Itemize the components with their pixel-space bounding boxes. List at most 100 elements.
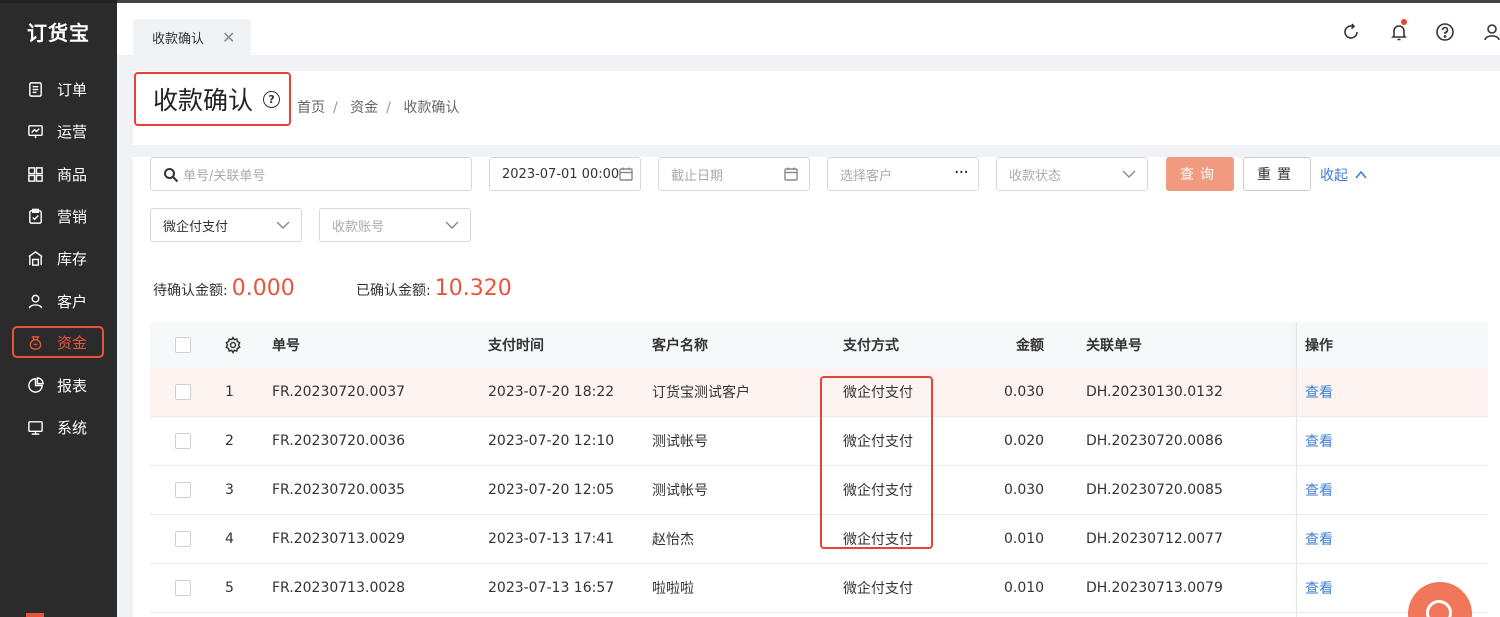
chevron-up-icon [1355,170,1367,179]
start-date-value: 2023-07-01 00:00 [502,166,620,182]
status-select[interactable]: 收款状态 [996,157,1148,191]
sidebar-item-reports[interactable]: 报表 [12,369,104,401]
sidebar-item-customers[interactable]: 客户 [12,285,104,317]
end-date-input[interactable]: 截止日期 [658,157,810,191]
pay-method-highlight [820,376,933,549]
row-checkbox[interactable] [175,482,191,498]
pending-summary: 待确认金额: 0.000 [153,276,295,301]
search-icon [164,168,179,183]
user-icon [28,294,43,308]
sidebar-item-system[interactable]: 系统 [12,411,104,443]
customer-name: 测试帐号 [652,434,708,450]
view-link[interactable]: 查看 [1305,431,1333,451]
tab-payment-confirm[interactable]: 收款确认 ✕ [133,19,251,55]
grid-icon [28,166,43,182]
amount: 0.010 [1004,580,1045,596]
col-customer: 客户名称 [652,338,708,354]
question-icon[interactable]: ? [263,90,281,108]
start-date-input[interactable]: 2023-07-01 00:00 [489,157,641,191]
amount: 0.020 [1004,433,1045,449]
related-no: DH.20230712.0077 [1086,531,1223,547]
select-all-checkbox[interactable] [175,337,191,353]
page-title: 收款确认 [153,86,254,115]
confirmed-amount: 10.320 [434,276,512,301]
breadcrumb-finance[interactable]: 资金 [350,100,378,116]
sidebar-item-marketing[interactable]: 营销 [12,200,104,232]
related-no: DH.20230713.0079 [1086,580,1223,596]
pay-time: 2023-07-13 17:41 [488,531,615,547]
pay-time: 2023-07-13 16:57 [488,580,615,596]
section-divider [133,145,1500,157]
refresh-icon[interactable] [1341,22,1361,42]
sidebar-item-products[interactable]: 商品 [12,158,104,190]
chart-board-icon [28,124,43,138]
sidebar-item-orders[interactable]: 订单 [12,73,104,105]
account-select[interactable]: 收款账号 [319,208,471,242]
money-bag-icon [29,335,42,350]
bell-icon[interactable] [1389,19,1409,42]
sidebar-item-finance[interactable]: 资金 [12,326,104,358]
row-checkbox[interactable] [175,531,191,547]
row-checkbox[interactable] [175,384,191,400]
gear-icon[interactable] [224,336,242,354]
table-row[interactable]: 1 FR.20230720.0037 2023-07-20 18:22 订货宝测… [150,368,1488,417]
app-logo: 订货宝 [27,21,90,45]
breadcrumb: 首页 / 资金 / 收款确认 [297,97,467,117]
fixed-column-divider [1296,322,1297,617]
view-link[interactable]: 查看 [1305,480,1333,500]
customer-placeholder: 选择客户 [840,168,893,184]
tab-label: 收款确认 [152,31,205,47]
query-button[interactable]: 查询 [1166,157,1234,191]
calendar-icon [783,166,799,182]
amount: 0.030 [1004,482,1045,498]
row-checkbox[interactable] [175,580,191,596]
sidebar-item-label: 库存 [57,249,88,268]
notification-dot [1401,19,1407,25]
amount: 0.030 [1004,384,1045,400]
view-link[interactable]: 查看 [1305,529,1333,549]
reset-button[interactable]: 重置 [1243,157,1311,191]
related-no: DH.20230130.0132 [1086,384,1223,400]
order-no-input[interactable]: 单号/关联单号 [150,157,472,191]
status-placeholder: 收款状态 [1009,168,1062,184]
top-bar: 收款确认 ✕ [117,0,1500,55]
sidebar-item-label: 客户 [57,292,88,311]
close-icon[interactable]: ✕ [222,28,235,47]
col-pay-method: 支付方式 [843,338,899,354]
customer-name: 订货宝测试客户 [652,385,750,401]
breadcrumb-separator: / [333,100,338,116]
col-pay-time: 支付时间 [488,338,544,354]
customer-name: 赵怡杰 [652,532,694,548]
sidebar-item-inventory[interactable]: 库存 [12,242,104,274]
col-amount: 金额 [1016,338,1044,354]
table-row[interactable]: 3 FR.20230720.0035 2023-07-20 12:05 测试帐号… [150,466,1488,515]
col-order-no: 单号 [272,338,300,354]
pay-time: 2023-07-20 18:22 [488,384,615,400]
more-icon[interactable]: ··· [954,162,969,183]
row-index: 3 [225,482,234,498]
view-link[interactable]: 查看 [1305,382,1333,402]
breadcrumb-separator: / [386,100,391,116]
order-no: FR.20230720.0035 [272,482,406,498]
view-link[interactable]: 查看 [1305,578,1333,598]
collapse-link[interactable]: 收起 [1320,165,1368,185]
table-header: 单号 支付时间 客户名称 支付方式 金额 关联单号 操作 [150,322,1488,368]
customer-select[interactable]: 选择客户 ··· [827,157,979,191]
row-index: 5 [225,580,234,596]
help-icon[interactable] [1435,22,1455,42]
table-row[interactable]: 4 FR.20230713.0029 2023-07-13 17:41 赵怡杰 … [150,515,1488,564]
sidebar-item-label: 订单 [57,80,88,99]
sidebar-item-operations[interactable]: 运营 [12,115,104,147]
row-checkbox[interactable] [175,433,191,449]
user-icon[interactable] [1482,22,1500,42]
table-row[interactable]: 2 FR.20230720.0036 2023-07-20 12:10 测试帐号… [150,417,1488,466]
pay-method-select[interactable]: 微企付支付 [150,208,302,242]
order-no: FR.20230713.0029 [272,531,406,547]
table-row[interactable]: 5 FR.20230713.0028 2023-07-13 16:57 啦啦啦 … [150,564,1488,613]
order-no-placeholder: 单号/关联单号 [183,168,266,184]
pay-time: 2023-07-20 12:05 [488,482,615,498]
sidebar-bottom-indicator [26,613,44,617]
chat-icon [1426,600,1452,617]
breadcrumb-home[interactable]: 首页 [297,100,325,116]
pending-label: 待确认金额: [153,283,228,299]
